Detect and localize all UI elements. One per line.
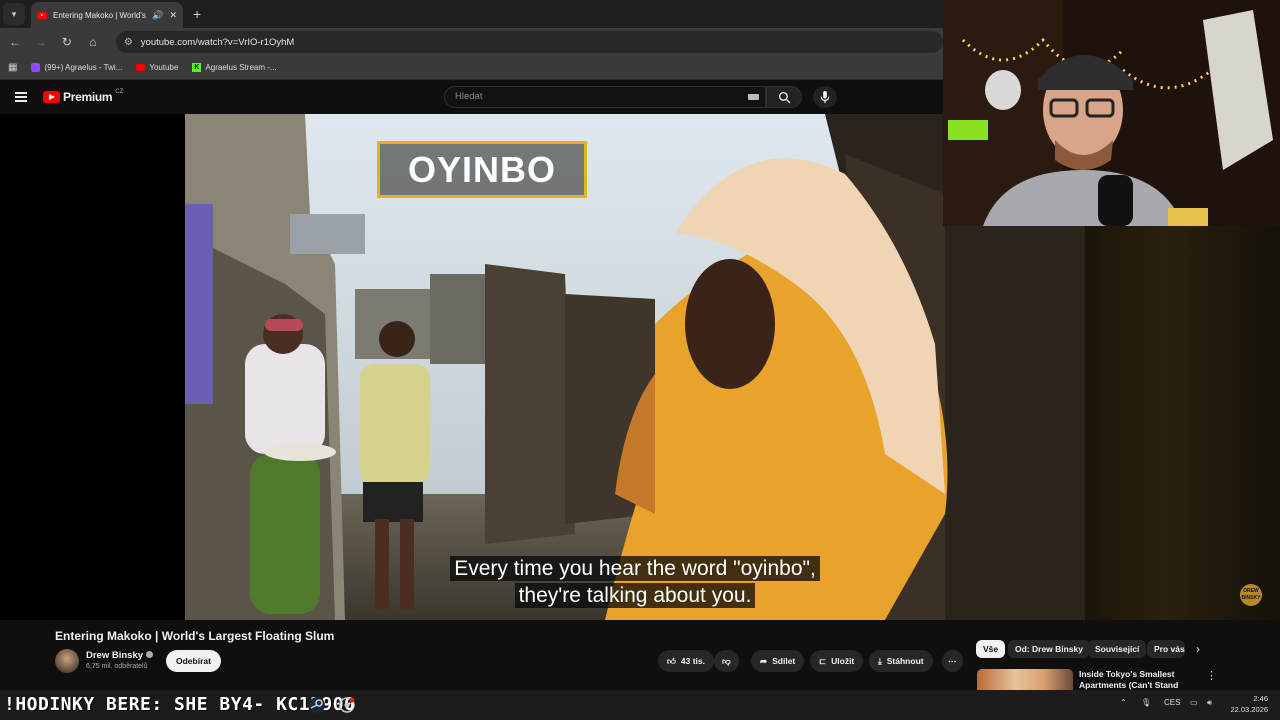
- apps-grid-icon[interactable]: ▦: [8, 62, 17, 73]
- youtube-favicon-icon: [37, 11, 47, 19]
- language-indicator[interactable]: CES: [1164, 698, 1180, 707]
- channel-name[interactable]: Drew Binsky: [86, 650, 154, 661]
- webcam-frame: [943, 0, 1280, 226]
- download-label: Stáhnout: [886, 656, 924, 666]
- youtube-logo-icon: [43, 91, 60, 103]
- video-title: Entering Makoko | World's Largest Floati…: [55, 629, 335, 643]
- subtitle-line-1: Every time you hear the word "oyinbo",: [185, 556, 1085, 581]
- clock-time: 2:46: [1253, 694, 1268, 703]
- bookmark-label: Youtube: [149, 63, 179, 72]
- thumbs-down-icon: 👎︎: [722, 655, 731, 666]
- share-label: Sdílet: [772, 656, 796, 666]
- search-icon: [778, 91, 790, 103]
- chip-all[interactable]: Vše: [976, 640, 1006, 658]
- subtitle-text: Every time you hear the word "oyinbo",: [450, 556, 820, 581]
- dislike-button[interactable]: 👎︎: [714, 650, 739, 672]
- keyboard-icon[interactable]: [748, 94, 759, 100]
- clock-date: 22.03.2026: [1230, 705, 1268, 714]
- browser-toolbar: ← → ↻ ⌂ ⚙ youtube.com/watch?v=VrIO-r1Oyh…: [0, 28, 943, 56]
- save-button[interactable]: ⊏ Uložit: [810, 650, 864, 672]
- search-input[interactable]: Hledat: [444, 86, 766, 108]
- download-button[interactable]: ⤓ Stáhnout: [869, 650, 933, 672]
- new-tab-button[interactable]: +: [193, 6, 201, 22]
- save-label: Uložit: [831, 656, 855, 666]
- bookmark-icon: ⊏: [819, 655, 827, 666]
- address-bar[interactable]: ⚙ youtube.com/watch?v=VrIO-r1OyhM: [115, 31, 943, 53]
- like-button[interactable]: 👍︎ 43 tis.: [658, 650, 714, 672]
- volume-icon[interactable]: 🔊︎: [1207, 698, 1212, 708]
- browser-tab-strip: ▾ Entering Makoko | World's 🔊 ✕ +: [0, 0, 943, 28]
- subscriber-count: 6,75 mil. odběratelů: [86, 663, 148, 670]
- reload-icon[interactable]: ↻: [60, 35, 74, 49]
- recommendation-thumbnail[interactable]: [977, 669, 1073, 690]
- site-info-icon[interactable]: ⚙: [124, 37, 133, 48]
- tab-title: Entering Makoko | World's: [53, 10, 146, 20]
- more-actions-button[interactable]: ⋯: [942, 650, 963, 672]
- more-vertical-icon[interactable]: ⋮: [1206, 669, 1217, 682]
- tab-search-button[interactable]: ▾: [3, 3, 25, 25]
- url-text: youtube.com/watch?v=VrIO-r1OyhM: [140, 36, 295, 48]
- browser-tab-active[interactable]: Entering Makoko | World's 🔊 ✕: [31, 2, 183, 28]
- steam-icon[interactable]: [308, 696, 326, 714]
- bookmark-twitch[interactable]: (99+) Agraelus - Twi...: [31, 63, 122, 72]
- subtitle-text: they're talking about you.: [514, 583, 756, 608]
- close-tab-icon[interactable]: ✕: [169, 10, 177, 21]
- chip-for-you[interactable]: Pro vás: [1147, 640, 1185, 658]
- streamer-webcam: [943, 0, 1280, 226]
- bookmarks-bar: ▦ (99+) Agraelus - Twi... Youtube K Agra…: [0, 56, 943, 80]
- windows-taskbar: !HODINKY BERE: SHE BY4- KC12900 ⌃ 🎙︎ CES…: [0, 690, 1280, 720]
- chip-from-channel[interactable]: Od: Drew Binsky: [1008, 640, 1091, 658]
- more-horizontal-icon: ⋯: [948, 655, 957, 666]
- verified-badge-icon: [146, 651, 154, 658]
- speaker-icon[interactable]: 🔊: [152, 10, 163, 21]
- thumbs-up-icon: 👍︎: [667, 655, 676, 666]
- chevron-right-icon[interactable]: ›: [1196, 642, 1200, 656]
- forward-arrow-icon[interactable]: →: [34, 35, 48, 49]
- overlay-caption: OYINBO: [377, 141, 587, 198]
- stream-ticker: !HODINKY BERE: SHE BY4- KC12900: [4, 694, 356, 715]
- bookmark-kick[interactable]: K Agraelus Stream -...: [192, 63, 277, 72]
- microphone-tray-icon[interactable]: 🎙︎: [1141, 698, 1151, 707]
- channel-name-text[interactable]: Drew Binsky: [86, 650, 143, 661]
- youtube-header: Premium CZ Hledat: [0, 80, 943, 114]
- twitch-icon: [31, 63, 41, 72]
- app-icon[interactable]: [338, 696, 356, 714]
- search-button[interactable]: [766, 86, 802, 108]
- kick-icon: K: [192, 63, 202, 72]
- like-count: 43 tis.: [680, 656, 705, 666]
- subtitle-line-2: they're talking about you.: [185, 583, 1085, 608]
- voice-search-button[interactable]: [813, 86, 837, 108]
- microphone-icon: [820, 90, 830, 103]
- hamburger-menu-icon[interactable]: [15, 92, 27, 102]
- video-info-section: Entering Makoko | World's Largest Floati…: [0, 620, 1280, 690]
- system-clock[interactable]: 2:46 22.03.2026: [1226, 693, 1268, 715]
- logo-text: Premium: [63, 90, 113, 104]
- back-arrow-icon[interactable]: ←: [8, 35, 22, 49]
- youtube-premium-logo[interactable]: Premium CZ: [43, 89, 124, 104]
- screen: ▾ Entering Makoko | World's 🔊 ✕ + ← → ↻ …: [0, 0, 1280, 720]
- home-icon[interactable]: ⌂: [86, 35, 100, 49]
- share-icon: ➦: [760, 655, 768, 666]
- bookmark-youtube[interactable]: Youtube: [136, 63, 178, 72]
- share-button[interactable]: ➦ Sdílet: [751, 650, 805, 672]
- network-icon[interactable]: ▭: [1190, 698, 1198, 707]
- bookmark-label: Agraelus Stream -...: [205, 63, 277, 72]
- bookmark-label: (99+) Agraelus - Twi...: [44, 63, 123, 72]
- youtube-icon: [136, 64, 146, 71]
- download-icon: ⤓: [878, 655, 882, 666]
- recommendation-title[interactable]: Inside Tokyo's Smallest Apartments (Can'…: [1079, 669, 1189, 690]
- logo-region: CZ: [115, 89, 124, 95]
- tray-overflow-icon[interactable]: ⌃: [1120, 698, 1127, 707]
- chip-related[interactable]: Související: [1088, 640, 1147, 658]
- video-side-panel: [1085, 226, 1280, 620]
- subscribe-button[interactable]: Odebírat: [166, 650, 221, 672]
- channel-avatar[interactable]: [55, 649, 79, 673]
- channel-watermark: DREW BINSKY: [1240, 584, 1262, 606]
